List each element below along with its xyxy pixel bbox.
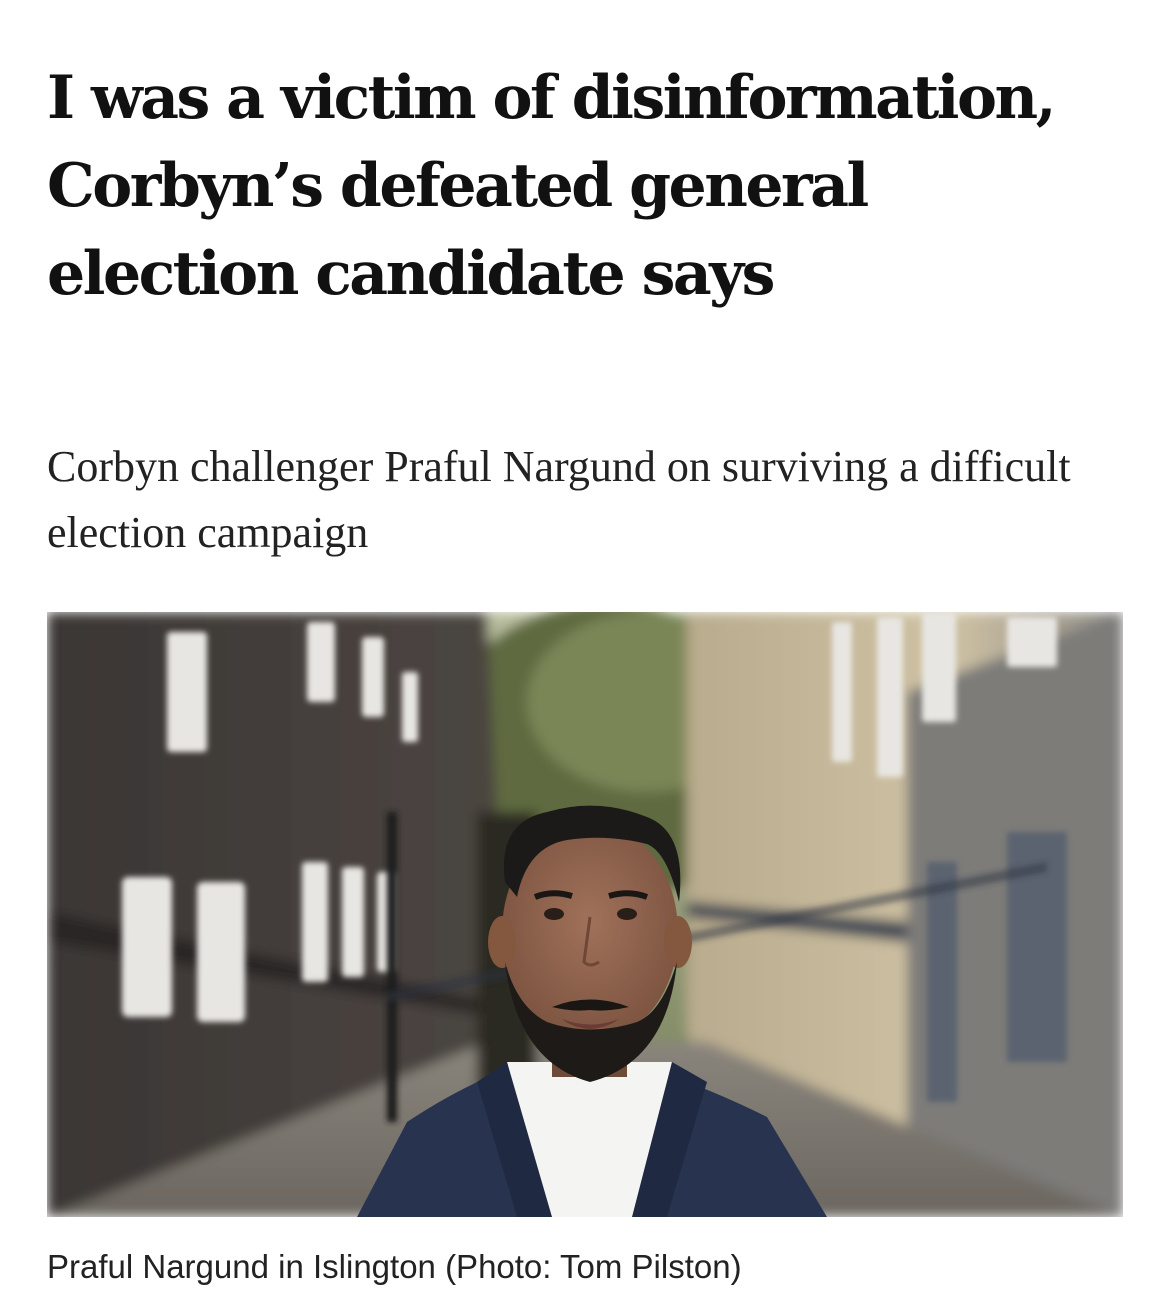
article-photo	[47, 612, 1123, 1217]
article-headline: I was a victim of disinformation, Corbyn…	[47, 63, 1057, 309]
article-standfirst: Corbyn challenger Praful Nargund on surv…	[47, 442, 1071, 557]
photo-caption: Praful Nargund in Islington (Photo: Tom …	[47, 1248, 742, 1285]
